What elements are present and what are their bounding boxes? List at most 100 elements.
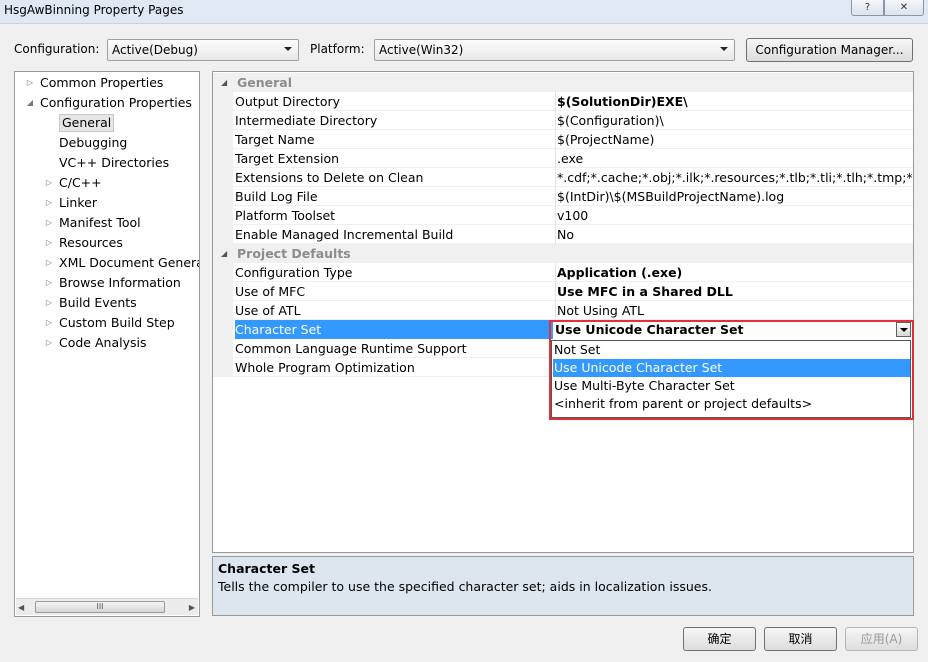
property-grid[interactable]: ◢ General Output Directory $(SolutionDir)EX… [212, 71, 914, 553]
tree-item[interactable]: Resources [59, 234, 123, 252]
property-row[interactable]: Enable Managed Incremental Build No [213, 225, 913, 244]
category-row[interactable]: ◢ General [213, 73, 913, 92]
property-name[interactable]: Output Directory [235, 92, 553, 111]
tree-expander-icon[interactable]: ▷ [44, 294, 54, 312]
property-row[interactable]: Use of MFC Use MFC in a Shared DLL [213, 282, 913, 301]
tree-item[interactable]: Linker [59, 194, 97, 212]
row-margin [213, 263, 233, 282]
tree-horizontal-scrollbar[interactable]: ◀ III ▶ [16, 598, 198, 615]
chevron-down-icon [720, 47, 728, 51]
collapse-icon[interactable]: ◢ [221, 78, 227, 87]
tree-expander-icon[interactable]: ▷ [25, 74, 35, 92]
row-margin [213, 187, 233, 206]
property-name[interactable]: Extensions to Delete on Clean [235, 168, 553, 187]
configuration-combo[interactable]: Active(Debug) [107, 39, 299, 61]
property-value[interactable]: *.cdf;*.cache;*.obj;*.ilk;*.resources;*.… [555, 168, 913, 187]
tree-item[interactable]: Code Analysis [59, 334, 146, 352]
platform-combo[interactable]: Active(Win32) [374, 39, 735, 61]
tree-expander-icon[interactable]: ▷ [44, 334, 54, 352]
property-name[interactable]: Character Set [235, 320, 553, 339]
tree-expander-icon[interactable]: ▷ [44, 234, 54, 252]
property-row[interactable]: Target Extension .exe [213, 149, 913, 168]
row-margin [213, 282, 233, 301]
property-value[interactable]: .exe [555, 149, 913, 168]
tree-item[interactable]: General [59, 114, 115, 132]
property-row[interactable]: Build Log File $(IntDir)\$(MSBuildProject… [213, 187, 913, 206]
property-name[interactable]: Platform Toolset [235, 206, 553, 225]
close-button[interactable]: ✕ [884, 0, 924, 16]
property-row[interactable]: Use of ATL Not Using ATL [213, 301, 913, 320]
configuration-manager-button[interactable]: Configuration Manager... [746, 38, 913, 62]
category-name: Project Defaults [237, 246, 351, 261]
tree-item[interactable]: C/C++ [59, 174, 102, 192]
property-row[interactable]: Target Name $(ProjectName) [213, 130, 913, 149]
tree-item[interactable]: Manifest Tool [59, 214, 141, 232]
property-value[interactable]: $(ProjectName) [555, 130, 913, 149]
row-margin [213, 339, 233, 358]
tree-item[interactable]: Debugging [59, 134, 127, 152]
collapse-icon[interactable]: ◢ [221, 249, 227, 258]
description-pane: Character Set Tells the compiler to use … [212, 556, 914, 616]
row-margin [213, 225, 233, 244]
row-margin [213, 168, 233, 187]
property-value[interactable]: $(Configuration)\ [555, 111, 913, 130]
property-value[interactable]: Application (.exe) [555, 263, 913, 282]
cancel-button[interactable]: 取消 [764, 627, 837, 651]
property-row[interactable]: Intermediate Directory $(Configuration)\ [213, 111, 913, 130]
tree-expander-icon[interactable]: ◢ [25, 94, 35, 112]
property-row[interactable]: Output Directory $(SolutionDir)EXE\ [213, 92, 913, 111]
configuration-value: Active(Debug) [112, 43, 198, 57]
help-button[interactable]: ? [851, 0, 884, 16]
property-value[interactable]: $(SolutionDir)EXE\ [555, 92, 913, 111]
property-name[interactable]: Use of MFC [235, 282, 553, 301]
highlight-annotation-box [549, 320, 914, 420]
description-title: Character Set [218, 561, 315, 576]
scroll-left-icon[interactable]: ◀ [18, 603, 24, 612]
property-name[interactable]: Configuration Type [235, 263, 553, 282]
configuration-label: Configuration: [14, 42, 100, 56]
tree-item[interactable]: Common Properties [40, 74, 163, 92]
tree-expander-icon[interactable]: ▷ [44, 314, 54, 332]
property-row[interactable]: Platform Toolset v100 [213, 206, 913, 225]
tree-item[interactable]: XML Document Generat [59, 254, 199, 272]
property-value[interactable]: No [555, 225, 913, 244]
category-name: General [237, 75, 292, 90]
tree-item[interactable]: Configuration Properties [40, 94, 192, 112]
tree-expander-icon[interactable]: ▷ [44, 174, 54, 192]
property-name[interactable]: Target Extension [235, 149, 553, 168]
property-row[interactable]: Extensions to Delete on Clean *.cdf;*.cac… [213, 168, 913, 187]
tree-expander-icon[interactable]: ▷ [44, 274, 54, 292]
row-margin [213, 206, 233, 225]
tree-expander-icon[interactable]: ▷ [44, 254, 54, 272]
scroll-right-icon[interactable]: ▶ [189, 603, 195, 612]
apply-button[interactable]: 应用(A) [845, 627, 918, 651]
scroll-thumb[interactable]: III [35, 601, 165, 613]
row-margin [213, 320, 233, 339]
property-value[interactable]: $(IntDir)\$(MSBuildProjectName).log [555, 187, 913, 206]
platform-value: Active(Win32) [379, 43, 464, 57]
tree-expander-icon[interactable]: ▷ [44, 214, 54, 232]
row-margin [213, 111, 233, 130]
tree-expander-icon[interactable]: ▷ [44, 194, 54, 212]
property-row[interactable]: Configuration Type Application (.exe) [213, 263, 913, 282]
property-name[interactable]: Target Name [235, 130, 553, 149]
property-name[interactable]: Whole Program Optimization [235, 358, 553, 377]
category-row[interactable]: ◢ Project Defaults [213, 244, 913, 263]
property-name[interactable]: Enable Managed Incremental Build [235, 225, 553, 244]
property-tree[interactable]: ▷ Common Properties ◢ Configuration Propert… [14, 71, 200, 617]
property-name[interactable]: Common Language Runtime Support [235, 339, 553, 358]
tree-item[interactable]: Browse Information [59, 274, 181, 292]
tree-item[interactable]: Build Events [59, 294, 137, 312]
property-name[interactable]: Intermediate Directory [235, 111, 553, 130]
tree-item[interactable]: VC++ Directories [59, 154, 169, 172]
property-name[interactable]: Build Log File [235, 187, 553, 206]
title-bar: HsgAwBinning Property Pages [0, 0, 928, 24]
property-value[interactable]: Not Using ATL [555, 301, 913, 320]
property-name[interactable]: Use of ATL [235, 301, 553, 320]
property-value[interactable]: v100 [555, 206, 913, 225]
property-value[interactable]: Use MFC in a Shared DLL [555, 282, 913, 301]
row-margin [213, 301, 233, 320]
row-margin [213, 130, 233, 149]
tree-item[interactable]: Custom Build Step [59, 314, 175, 332]
ok-button[interactable]: 确定 [683, 627, 756, 651]
